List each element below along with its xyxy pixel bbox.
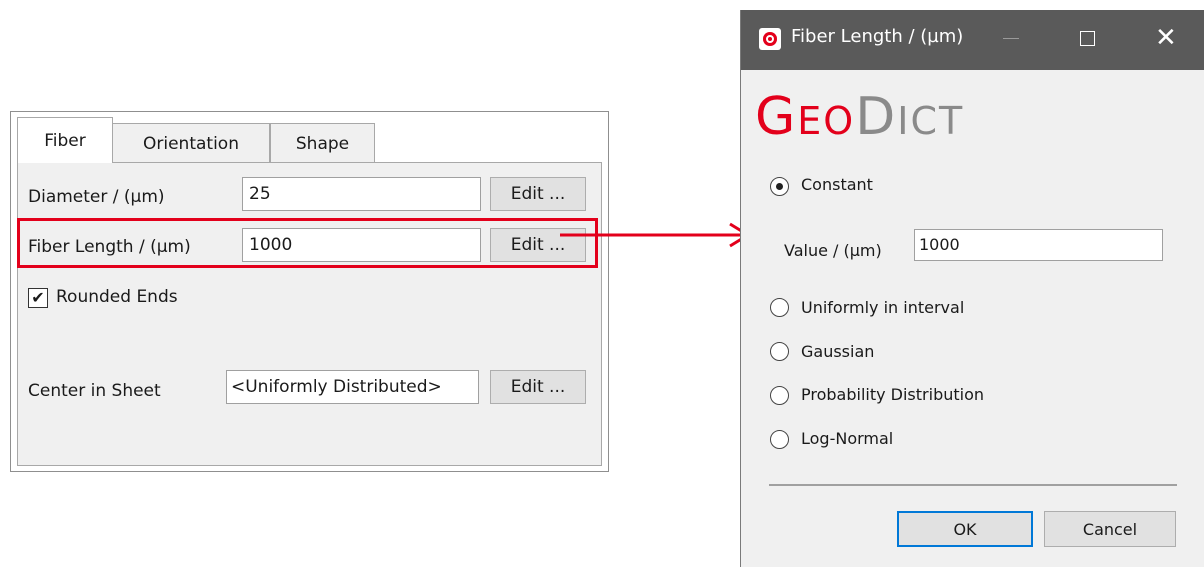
dialog-titlebar: Fiber Length / (µm) ✕ xyxy=(741,10,1204,70)
radio-uniformly-in-interval[interactable] xyxy=(770,298,789,317)
radio-gaussian[interactable] xyxy=(770,342,789,361)
tab-fiber[interactable]: Fiber xyxy=(17,117,113,163)
fiber-length-dialog: Fiber Length / (µm) ✕ GEODICT Constant V… xyxy=(740,10,1204,567)
radio-uniformly-label: Uniformly in interval xyxy=(801,298,965,317)
radio-log-normal-label: Log-Normal xyxy=(801,429,894,448)
minimize-icon xyxy=(1003,38,1019,39)
value-label: Value / (µm) xyxy=(784,241,882,260)
radio-log-normal[interactable] xyxy=(770,430,789,449)
radio-gaussian-label: Gaussian xyxy=(801,342,875,361)
geodict-app-icon xyxy=(759,28,781,50)
value-input[interactable]: 1000 xyxy=(914,229,1163,261)
radio-probability-label: Probability Distribution xyxy=(801,385,985,404)
close-button[interactable]: ✕ xyxy=(1155,23,1177,53)
radio-constant[interactable] xyxy=(770,177,789,196)
cancel-button[interactable]: Cancel xyxy=(1044,511,1176,547)
ok-button[interactable]: OK xyxy=(897,511,1033,547)
geodict-logo: GEODICT xyxy=(755,87,965,147)
radio-probability-distribution[interactable] xyxy=(770,386,789,405)
screenshot-canvas: Orientation Shape Fiber Diameter / (µm) … xyxy=(0,0,1204,567)
radio-constant-label: Constant xyxy=(801,175,873,194)
dialog-title: Fiber Length / (µm) xyxy=(791,26,964,47)
dialog-divider xyxy=(769,484,1177,486)
maximize-button[interactable] xyxy=(1080,31,1095,46)
